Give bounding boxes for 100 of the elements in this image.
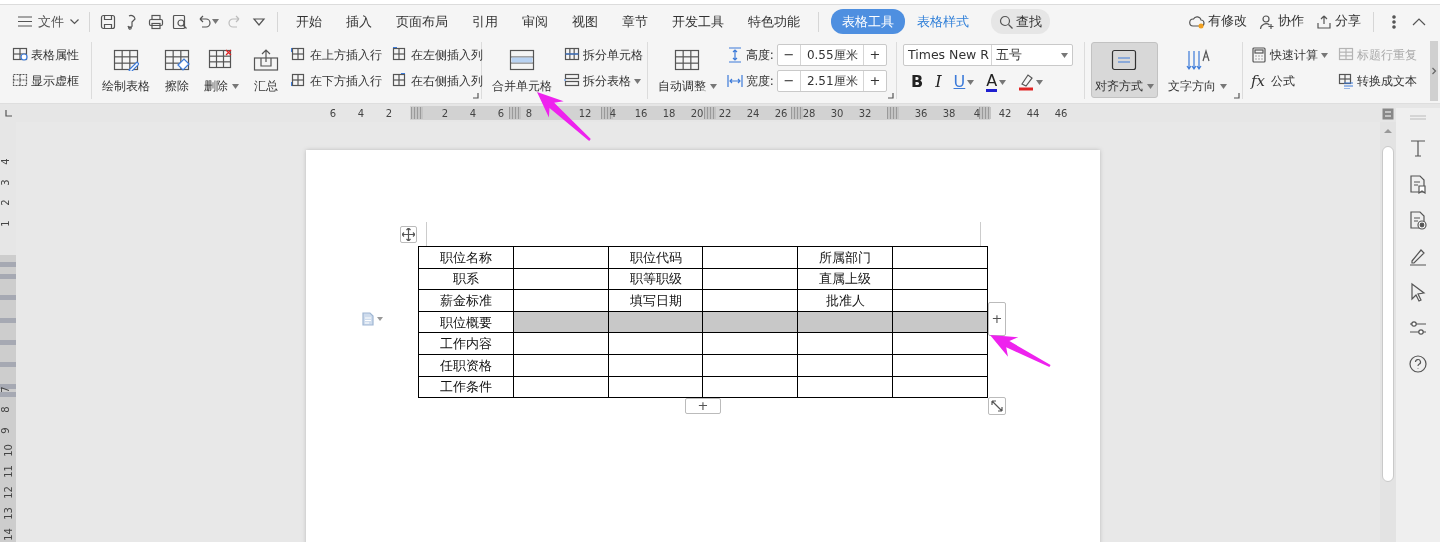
toolbar-button[interactable]: 分享 bbox=[1310, 12, 1367, 31]
row-marker[interactable] bbox=[0, 274, 16, 279]
ribbon-button[interactable]: 汇总 bbox=[248, 42, 283, 98]
table-cell[interactable]: 职位代码 bbox=[608, 246, 703, 269]
ribbon-tab[interactable]: 页面布局 bbox=[384, 8, 460, 35]
decrement-button[interactable]: − bbox=[777, 45, 800, 65]
ribbon-tab[interactable]: 特色功能 bbox=[736, 8, 812, 35]
table-cell[interactable]: 所属部门 bbox=[797, 246, 893, 269]
ribbon-button[interactable]: 在左侧插入列 bbox=[389, 44, 485, 66]
ribbon-button[interactable]: 擦除 bbox=[160, 42, 194, 98]
ribbon-tab[interactable]: 引用 bbox=[460, 8, 510, 35]
add-column-button[interactable]: + bbox=[988, 302, 1006, 336]
column-marker[interactable] bbox=[791, 107, 803, 119]
table-cell[interactable] bbox=[703, 376, 798, 398]
ribbon-button[interactable]: 快速计算 bbox=[1249, 44, 1330, 66]
table-cell[interactable] bbox=[513, 268, 609, 290]
row-marker[interactable] bbox=[0, 295, 16, 300]
table-cell[interactable]: 职系 bbox=[418, 268, 514, 290]
table-cell[interactable] bbox=[892, 289, 988, 312]
ribbon-tab[interactable]: 视图 bbox=[560, 8, 610, 35]
ribbon-tab[interactable]: 表格样式 bbox=[905, 8, 981, 35]
ribbon-button[interactable]: 在右侧插入列 bbox=[389, 70, 485, 92]
table-cell[interactable]: 任职资格 bbox=[418, 354, 514, 377]
table-cell[interactable] bbox=[892, 268, 988, 290]
scrollbar-thumb[interactable] bbox=[1382, 146, 1394, 482]
table-cell[interactable] bbox=[608, 376, 703, 398]
column-marker[interactable] bbox=[887, 107, 899, 119]
font-size-dropdown[interactable]: 五号 bbox=[992, 45, 1072, 65]
ribbon-button[interactable]: 在下方插入行 bbox=[288, 70, 384, 92]
ribbon-button[interactable]: 转换成文本 bbox=[1336, 70, 1419, 92]
format-button[interactable] bbox=[1016, 72, 1046, 92]
add-row-button[interactable]: + bbox=[685, 398, 721, 414]
move-handle[interactable] bbox=[400, 226, 417, 243]
row-marker[interactable] bbox=[0, 384, 16, 389]
sliders-icon[interactable] bbox=[1408, 318, 1428, 338]
row-marker[interactable] bbox=[0, 318, 16, 323]
row-marker[interactable] bbox=[0, 340, 16, 345]
ribbon-tab[interactable]: 章节 bbox=[610, 8, 660, 35]
ribbon-button[interactable]: 绘制表格 bbox=[98, 42, 154, 98]
table-cell[interactable]: 工作内容 bbox=[418, 332, 514, 355]
tab-stop-icon[interactable] bbox=[5, 110, 12, 117]
table-cell[interactable] bbox=[797, 376, 893, 398]
table-cell[interactable] bbox=[703, 246, 798, 269]
table-cell[interactable] bbox=[513, 332, 609, 355]
panel-grip-icon[interactable] bbox=[1408, 112, 1428, 122]
ribbon-tab[interactable]: 插入 bbox=[334, 8, 384, 35]
ribbon-button[interactable]: 拆分单元格 bbox=[562, 44, 645, 66]
resize-handle[interactable] bbox=[988, 397, 1006, 415]
table-cell[interactable] bbox=[892, 332, 988, 355]
ribbon-tab[interactable]: 审阅 bbox=[510, 8, 560, 35]
column-marker[interactable] bbox=[704, 107, 716, 119]
document-star-icon[interactable] bbox=[1408, 210, 1428, 230]
table-cell[interactable] bbox=[513, 376, 609, 398]
table-cell[interactable] bbox=[892, 246, 988, 269]
column-marker[interactable] bbox=[979, 107, 991, 119]
table-cell[interactable] bbox=[703, 332, 798, 355]
table-cell[interactable]: 职位名称 bbox=[418, 246, 514, 269]
table-cell[interactable]: 职位概要 bbox=[418, 311, 514, 333]
format-button[interactable]: A bbox=[984, 72, 1009, 92]
dialog-launcher-icon[interactable] bbox=[1234, 93, 1240, 99]
format-button[interactable]: U bbox=[951, 72, 977, 92]
font-dropdown[interactable]: Times New R bbox=[904, 45, 992, 65]
ribbon-button[interactable]: 在上方插入行 bbox=[288, 44, 384, 66]
ribbon-button[interactable]: 合并单元格 bbox=[488, 42, 556, 98]
ribbon-button[interactable]: 表格属性 bbox=[10, 44, 81, 66]
cursor-icon[interactable] bbox=[1408, 282, 1428, 302]
table-cell[interactable] bbox=[513, 289, 609, 312]
format-button[interactable]: B bbox=[909, 72, 926, 92]
table-cell[interactable] bbox=[703, 268, 798, 290]
ribbon-button[interactable]: 文字方向 bbox=[1163, 42, 1231, 98]
table-cell[interactable] bbox=[608, 354, 703, 377]
ribbon-button[interactable]: 显示虚框 bbox=[10, 70, 81, 92]
table-cell[interactable] bbox=[703, 354, 798, 377]
file-menu[interactable]: 文件 bbox=[14, 9, 83, 34]
table-cell[interactable] bbox=[703, 289, 798, 312]
ribbon-tab[interactable]: 开始 bbox=[284, 8, 334, 35]
column-marker[interactable] bbox=[509, 107, 521, 119]
table-cell[interactable] bbox=[892, 376, 988, 398]
table-cell[interactable] bbox=[797, 354, 893, 377]
ribbon-button[interactable]: 自动调整 bbox=[654, 42, 721, 98]
table-cell[interactable] bbox=[513, 354, 609, 377]
table-cell[interactable] bbox=[608, 332, 703, 355]
column-marker[interactable] bbox=[411, 107, 423, 119]
value-field[interactable]: 2.51厘米 bbox=[799, 71, 864, 91]
dialog-launcher-icon[interactable] bbox=[888, 93, 894, 99]
row-marker[interactable] bbox=[0, 262, 16, 267]
document-bookmark-icon[interactable] bbox=[1408, 174, 1428, 194]
table-cell[interactable] bbox=[892, 354, 988, 377]
table-cell[interactable] bbox=[797, 332, 893, 355]
table-cell[interactable]: 薪金标准 bbox=[418, 289, 514, 312]
ribbon-button[interactable]: 对齐方式 bbox=[1091, 42, 1158, 98]
table-cell[interactable]: 批准人 bbox=[797, 289, 893, 312]
table-cell[interactable]: 填写日期 bbox=[608, 289, 703, 312]
table-cell[interactable]: 职等职级 bbox=[608, 268, 703, 290]
toolbar-button[interactable]: 有修改 bbox=[1183, 12, 1253, 31]
increment-button[interactable]: + bbox=[863, 45, 886, 65]
ribbon-button[interactable]: fx 公式 bbox=[1249, 70, 1330, 92]
toolbar-button[interactable]: 协作 bbox=[1253, 12, 1310, 31]
search-button[interactable]: 查找 bbox=[991, 8, 1050, 35]
value-field[interactable]: 0.55厘米 bbox=[799, 45, 864, 65]
